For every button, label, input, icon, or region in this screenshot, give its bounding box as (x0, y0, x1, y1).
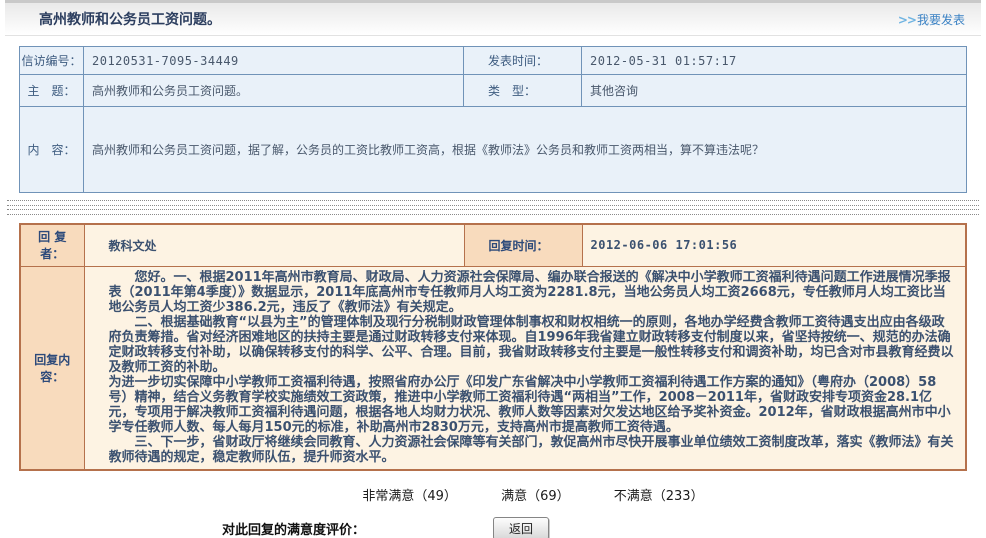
replier-label-text: 回 复 者： (32, 228, 72, 262)
replier-label: 回 复 者： (20, 224, 84, 266)
petition-row-content: 内 容： 高州教师和公务员工资问题，据了解，公务员的工资比教师工资高，根据《教师… (20, 107, 967, 193)
rating-satisfied[interactable]: 满意（69） (501, 489, 570, 504)
publish-link-label: 我要发表 (917, 13, 965, 27)
petition-id-label: 信访编号： (20, 47, 84, 75)
page-title: 高州教师和公务员工资问题。 (39, 9, 221, 29)
reply-time-value: 2012-06-06 17:01:56 (582, 224, 966, 266)
evaluation-row: 对此回复的满意度评价： 返回 (0, 517, 986, 538)
rating-prompt: 对此回复的满意度评价： (222, 519, 365, 538)
reply-content-cell: 您好。一、根据2011年高州市教育局、财政局、人力资源社会保障局、编办联合报送的… (84, 266, 966, 470)
petition-row-id-time: 信访编号： 20120531-7095-34449 发表时间： 2012-05-… (20, 47, 967, 75)
petition-content-value: 高州教师和公务员工资问题，据了解，公务员的工资比教师工资高，根据《教师法》公务员… (84, 107, 967, 193)
dotted-separator (7, 200, 979, 206)
reply-content-label: 回复内容： (20, 266, 84, 470)
back-button[interactable]: 返回 (493, 517, 549, 538)
rating-options: 非常满意（49） 满意（69） 不满意（233） (0, 485, 986, 504)
reply-paragraph: 三、下一步，省财政厅将继续会同教育、人力资源社会保障等有关部门，敦促高州市尽快开… (109, 435, 956, 465)
reply-content: 您好。一、根据2011年高州市教育局、财政局、人力资源社会保障局、编办联合报送的… (109, 270, 956, 466)
publish-link[interactable]: >>我要发表 (898, 11, 965, 28)
petition-type-label: 类 型： (464, 75, 582, 107)
reply-table: 回 复 者： 教科文处 回复时间： 2012-06-06 17:01:56 回复… (19, 223, 967, 471)
petition-content-label: 内 容： (20, 107, 84, 193)
rating-unsatisfied[interactable]: 不满意（233） (614, 489, 704, 504)
page-header: 高州教师和公务员工资问题。 >>我要发表 (5, 0, 981, 36)
reply-paragraph: 您好。一、根据2011年高州市教育局、财政局、人力资源社会保障局、编办联合报送的… (109, 270, 956, 315)
reply-time-label: 回复时间： (464, 224, 582, 266)
petition-row-subject-type: 主 题： 高州教师和公务员工资问题。 类 型： 其他咨询 (20, 75, 967, 107)
reply-paragraph: 为进一步切实保障中小学教师工资福利待遇，按照省府办公厅《印发广东省解决中小学教师… (109, 375, 956, 435)
dotted-separator (7, 209, 979, 215)
reply-paragraph: 二、根据基础教育“以县为主”的管理体制及现行分税制财政管理体制事权和财权相统一的… (109, 315, 956, 375)
reply-row-header: 回 复 者： 教科文处 回复时间： 2012-06-06 17:01:56 (20, 224, 966, 266)
reply-row-content: 回复内容： 您好。一、根据2011年高州市教育局、财政局、人力资源社会保障局、编… (20, 266, 966, 470)
rating-very-satisfied[interactable]: 非常满意（49） (362, 489, 457, 504)
reply-content-label-text: 回复内容： (32, 351, 72, 385)
petition-type-value: 其他咨询 (582, 75, 967, 107)
double-arrow-icon: >> (898, 13, 916, 27)
petition-subject-label: 主 题： (20, 75, 84, 107)
replier-value: 教科文处 (84, 224, 464, 266)
page: 高州教师和公务员工资问题。 >>我要发表 信访编号： 20120531-7095… (0, 0, 986, 538)
petition-subject-value: 高州教师和公务员工资问题。 (84, 75, 464, 107)
petition-table: 信访编号： 20120531-7095-34449 发表时间： 2012-05-… (19, 46, 967, 193)
petition-time-label: 发表时间： (464, 47, 582, 75)
petition-time-value: 2012-05-31 01:57:17 (582, 47, 967, 75)
petition-id-value: 20120531-7095-34449 (84, 47, 464, 75)
